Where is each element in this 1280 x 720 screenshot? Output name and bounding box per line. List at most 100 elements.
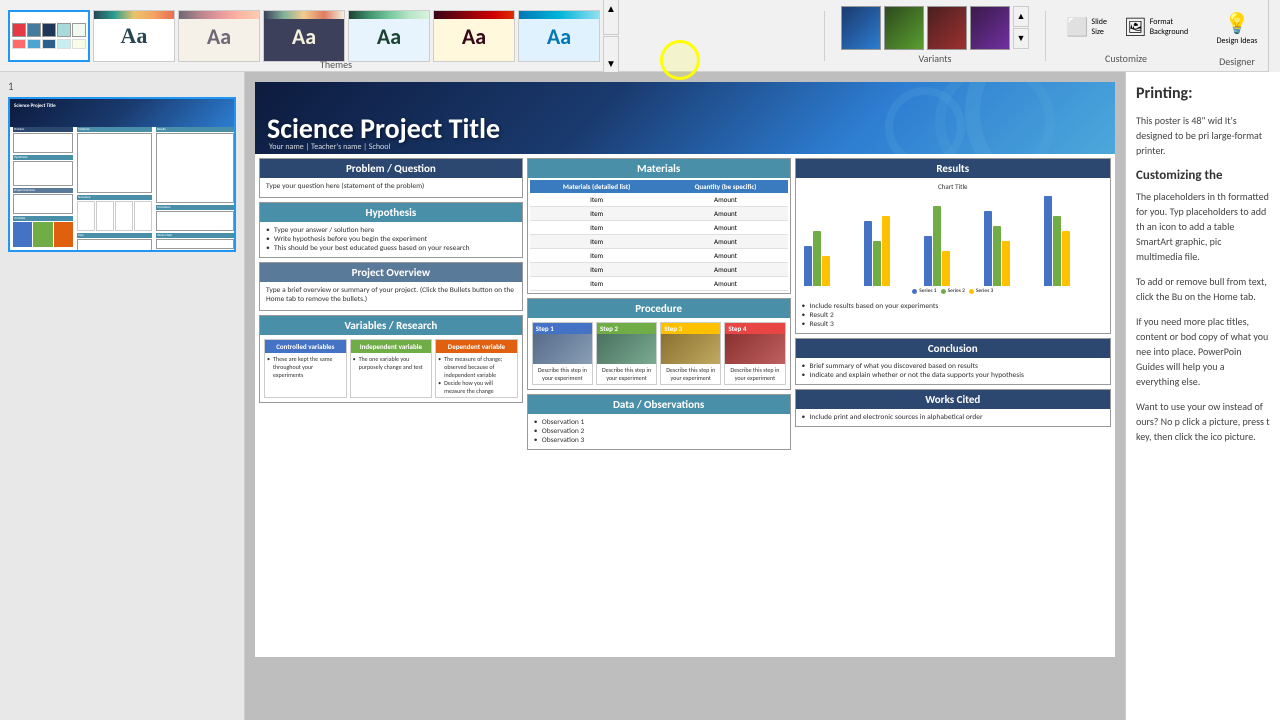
materials-col1-header: Materials (detailed list) [530,180,664,193]
themes-scroll-up[interactable]: ▲ [603,0,619,35]
conclusion-content[interactable]: Brief summary of what you discovered bas… [796,358,1111,384]
procedure-header: Procedure [528,299,790,318]
customizing-text4: Want to use your ow instead of ours? No … [1136,399,1270,444]
variants-scroll-up[interactable]: ▲ [1013,6,1029,27]
conclusion-box: Conclusion Brief summary of what you dis… [795,338,1112,385]
variant-3[interactable] [927,6,967,50]
materials-header: Materials [528,159,790,178]
theme-5[interactable]: Aa [348,10,430,62]
hypothesis-header: Hypothesis [260,203,522,222]
data-observations-header: Data / Observations [528,395,790,414]
theme-2[interactable]: Aa [93,10,175,62]
chart-area: Chart Title [796,178,1111,298]
legend-label-3: Series 3 [976,288,993,294]
slide-size-label: Slide Size [1091,17,1114,37]
table-row: ItemAmount [530,207,788,221]
works-cited-header: Works Cited [796,390,1111,409]
slide-title[interactable]: Science Project Title [267,111,500,146]
independent-var-label: Independent variable [351,340,432,353]
step-1-text: Describe this step in your experiment [533,364,592,384]
item-cell: Item [530,277,664,291]
slide-canvas[interactable]: Science Project Title Your name | Teache… [255,82,1115,657]
works-cited-content[interactable]: Include print and electronic sources in … [796,409,1111,426]
table-row: ItemAmount [530,277,788,291]
chart-title: Chart Title [800,182,1107,191]
customizing-text2: To add or remove bull from text, click t… [1136,274,1270,304]
legend-dot-2 [941,289,946,294]
procedure-steps: Step 1 Describe this step in your experi… [528,318,790,389]
slide-body: Problem / Question Type your question he… [255,154,1115,657]
conclusion-header: Conclusion [796,339,1111,358]
bar-1-yellow [822,256,830,286]
item-cell: Item [530,221,664,235]
legend-dot-3 [969,289,974,294]
legend-label-2: Series 2 [948,288,965,294]
results-header: Results [796,159,1111,178]
legend-series3: Series 3 [969,288,993,294]
theme-7[interactable]: Aa [518,10,600,62]
conclusion-bullet-2: Indicate and explain whether or not the … [810,371,1105,380]
problem-box: Problem / Question Type your question he… [259,158,523,198]
qty-cell: Amount [664,235,788,249]
results-bullets[interactable]: Include results based on your experiment… [796,298,1111,333]
variant-4[interactable] [970,6,1010,50]
bar-4-green [993,226,1001,286]
bar-group-2 [864,216,922,286]
middle-column: Materials Materials (detailed list) Quan… [527,158,791,653]
variables-box: Variables / Research Controlled variable… [259,315,523,403]
problem-content[interactable]: Type your question here (statement of th… [260,178,522,197]
slide-panel: 1 Science Project Title Problem Hypothes… [0,72,245,720]
materials-table-container[interactable]: Materials (detailed list) Quantity (be s… [528,178,790,293]
slide-size-icon: ⬜ [1066,16,1088,38]
theme-4[interactable]: Aa [263,10,345,62]
step-4-box[interactable]: Step 4 Describe this step in your experi… [724,322,785,385]
variants-scroll-down[interactable]: ▼ [1013,28,1029,49]
divider-2 [1045,11,1046,61]
bar-3-green [933,206,941,286]
hypothesis-bullet-1: Type your answer / solution here [274,226,516,235]
item-cell: Item [530,235,664,249]
hypothesis-content[interactable]: Type your answer / solution here Write h… [260,222,522,257]
bar-2-yellow [882,216,890,286]
slide-thumbnail[interactable]: Science Project Title Problem Hypothesis… [8,97,236,252]
theme-3[interactable]: Aa [178,10,260,62]
table-row: ItemAmount [530,221,788,235]
project-overview-content[interactable]: Type a brief overview or summary of your… [260,282,522,310]
bar-4-yellow [1002,241,1010,286]
bar-group-5 [1044,196,1102,286]
step-3-box[interactable]: Step 3 Describe this step in your experi… [660,322,721,385]
toolbar-scrollbar[interactable] [1268,0,1280,72]
step-2-text: Describe this step in your experiment [597,364,656,384]
project-overview-box: Project Overview Type a brief overview o… [259,262,523,311]
item-cell: Item [530,193,664,207]
variant-1[interactable] [841,6,881,50]
main-toolbar: Aa Aa Aa Aa Aa Aa ▲ ▼ [0,0,1280,72]
main-area: 1 Science Project Title Problem Hypothes… [0,72,1280,720]
step-4-text: Describe this step in your experiment [725,364,784,384]
step-2-box[interactable]: Step 2 Describe this step in your experi… [596,322,657,385]
design-ideas-button[interactable]: 💡 Design Ideas [1210,3,1264,53]
variant-2[interactable] [884,6,924,50]
customizing-text3: If you need more plac titles, content or… [1136,314,1270,389]
format-background-button[interactable]: 🖼 Format Background [1122,6,1190,48]
dependent-var-text: The measure of change; observed because … [436,353,517,397]
slide-subtitle[interactable]: Your name | Teacher's name | School [269,142,390,152]
works-cited-box: Works Cited Include print and electronic… [795,389,1112,427]
step-4-image [725,334,784,364]
independent-var-box[interactable]: Independent variable The one variable yo… [350,339,433,398]
problem-header: Problem / Question [260,159,522,178]
theme-6[interactable]: Aa [433,10,515,62]
slide-size-button[interactable]: ⬜ Slide Size [1062,6,1118,48]
bar-group-3 [924,206,982,286]
theme-1[interactable] [8,10,90,62]
legend-label-1: Series 1 [919,288,936,294]
step-1-image [533,334,592,364]
dependent-var-box[interactable]: Dependent variable The measure of change… [435,339,518,398]
designer-label: Designer [1219,55,1255,68]
controlled-var-box[interactable]: Controlled variables These are kept the … [264,339,347,398]
format-bg-icon: 🖼 [1124,16,1147,38]
legend-dot-1 [912,289,917,294]
procedure-box: Procedure Step 1 Describe this step in y… [527,298,791,390]
data-observations-content[interactable]: Observation 1 Observation 2 Observation … [528,414,790,449]
step-1-box[interactable]: Step 1 Describe this step in your experi… [532,322,593,385]
